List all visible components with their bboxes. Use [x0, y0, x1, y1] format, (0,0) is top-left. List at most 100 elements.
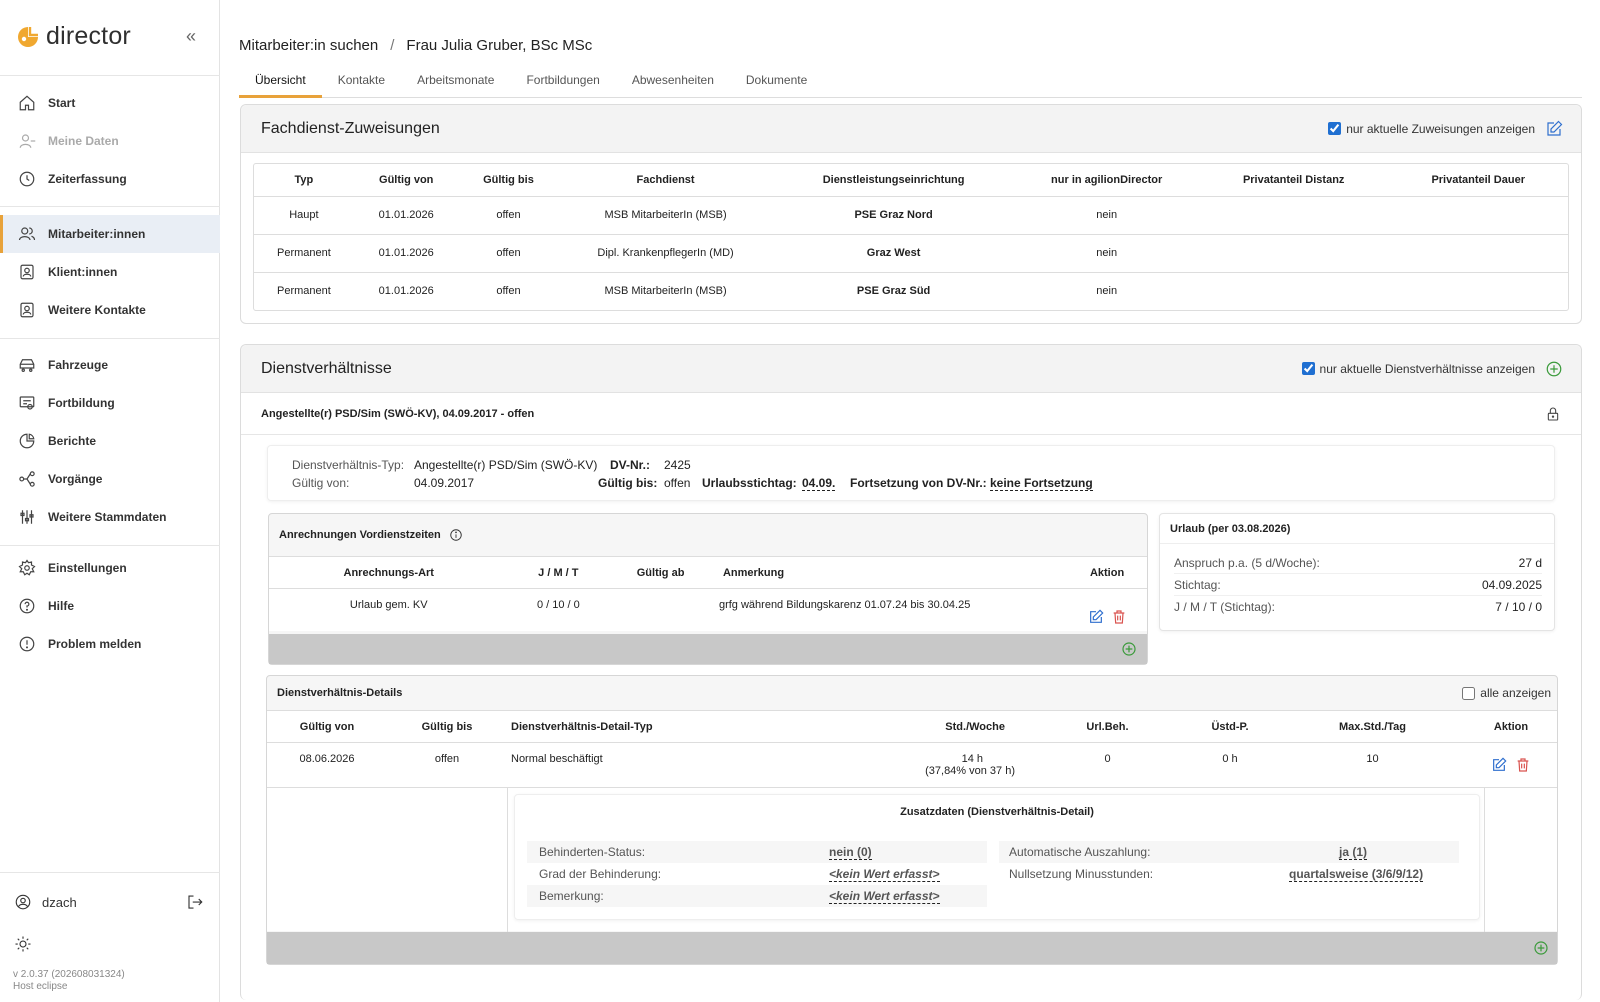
column-header[interactable]: Typ — [254, 164, 354, 196]
column-header[interactable]: Privatanteil Distanz — [1199, 164, 1388, 196]
column-header: Dienstverhältnis-Detail-Typ — [511, 720, 653, 733]
sidebar-item-einstellungen[interactable]: Einstellungen — [0, 549, 220, 587]
tab-abwesenheiten[interactable]: Abwesenheiten — [616, 70, 730, 98]
table-row[interactable]: Permanent 01.01.2026 offen MSB Mitarbeit… — [254, 271, 1568, 310]
anrechnungen-table: Anrechnungs-Art J / M / T Gültig ab Anme… — [269, 556, 1147, 631]
dv-filter: nur aktuelle Dienstverhältnisse anzeigen — [1301, 360, 1563, 378]
column-header[interactable]: Dienstleistungseinrichtung — [773, 164, 1015, 196]
tab-fortbildungen[interactable]: Fortbildungen — [510, 70, 615, 98]
column-header[interactable]: Gültig von — [354, 164, 459, 196]
sidebar-item-meine-daten[interactable]: Meine Daten — [0, 122, 220, 160]
column-header: Url.Beh. — [1086, 720, 1129, 733]
logout-icon[interactable] — [186, 893, 204, 911]
cell-art: Urlaub gem. KV — [269, 588, 509, 631]
sidebar-item-zeiterfassung[interactable]: Zeiterfassung — [0, 160, 220, 198]
sidebar-item-label: Zeiterfassung — [48, 172, 127, 186]
help-icon — [19, 598, 35, 614]
urlaub-row: Stichtag: 04.09.2025 — [1174, 574, 1542, 596]
zusatz-value[interactable]: ja (1) — [1339, 845, 1368, 860]
dvnr-value: 2425 — [664, 458, 691, 472]
cell-url: 0 — [1035, 742, 1180, 787]
sidebar-item-label: Start — [48, 96, 76, 110]
anrechnungen-footer — [269, 634, 1147, 664]
current-assignments-checkbox[interactable] — [1328, 122, 1342, 135]
zusatz-value[interactable]: quartalsweise (3/6/9/12) — [1289, 867, 1424, 882]
zusatz-row: Behinderten-Status: nein (0) — [527, 841, 987, 863]
zusatz-label: Automatische Auszahlung: — [1009, 845, 1151, 859]
cell-einrichtung-link[interactable]: PSE Graz Nord — [772, 195, 1015, 234]
tab-kontakte[interactable]: Kontakte — [322, 70, 401, 98]
urlaub-label: Anspruch p.a. (5 d/Woche): — [1174, 555, 1320, 570]
add-circle-icon[interactable] — [1121, 641, 1137, 657]
zusatz-value[interactable]: <kein Wert erfasst> — [829, 867, 940, 882]
collapse-sidebar-icon[interactable]: « — [186, 26, 196, 47]
app-name: director — [46, 22, 131, 50]
column-header[interactable]: Privatanteil Dauer — [1388, 164, 1568, 196]
add-circle-icon[interactable] — [1533, 940, 1549, 956]
show-all-checkbox[interactable] — [1462, 686, 1476, 700]
zusatz-value[interactable]: <kein Wert erfasst> — [829, 889, 940, 904]
fachdienst-title: Fachdienst-Zuweisungen — [261, 119, 440, 137]
cell-gueltig-von: 01.01.2026 — [353, 233, 459, 272]
cell-distanz — [1198, 195, 1389, 234]
divider — [0, 872, 220, 873]
cell-aktion — [1465, 742, 1557, 787]
sidebar-item-weitere-stammdaten[interactable]: Weitere Stammdaten — [0, 498, 220, 536]
sidebar-item-weitere-kontakte[interactable]: Weitere Kontakte — [0, 291, 220, 329]
column-header: Anmerkung — [722, 566, 785, 579]
info-icon[interactable] — [449, 528, 463, 542]
sidebar-item-start[interactable]: Start — [0, 84, 220, 122]
sun-icon[interactable] — [14, 935, 32, 953]
sidebar-item-berichte[interactable]: Berichte — [0, 422, 220, 460]
add-circle-icon[interactable] — [1545, 360, 1563, 378]
dienstverhaeltnisse-card: Dienstverhältnisse nur aktuelle Dienstve… — [240, 344, 1582, 1000]
column-header: Aktion — [1089, 566, 1125, 579]
cell-einrichtung-link[interactable]: PSE Graz Süd — [772, 271, 1015, 310]
zusatz-row: Bemerkung: <kein Wert erfasst> — [527, 885, 987, 907]
sidebar-item-fortbildung[interactable]: Fortbildung — [0, 384, 220, 422]
tab-arbeitsmonate[interactable]: Arbeitsmonate — [401, 70, 510, 98]
table-header-row: Typ Gültig von Gültig bis Fachdienst Die… — [254, 164, 1568, 196]
table-row[interactable]: Permanent 01.01.2026 offen Dipl. Kranken… — [254, 233, 1568, 272]
dv-entry-header: Angestellte(r) PSD/Sim (SWÖ-KV), 04.09.2… — [241, 393, 1581, 435]
zusatz-label: Behinderten-Status: — [539, 845, 646, 859]
trash-icon[interactable] — [1515, 757, 1531, 773]
table-row[interactable]: Haupt 01.01.2026 offen MSB MitarbeiterIn… — [254, 195, 1568, 234]
car-icon — [19, 359, 35, 372]
zusatz-label: Nullsetzung Minusstunden: — [1009, 867, 1154, 881]
sidebar-item-vorgaenge[interactable]: Vorgänge — [0, 460, 220, 498]
fortsetzung-value[interactable]: keine Fortsetzung — [990, 476, 1093, 491]
logo[interactable]: director — [16, 22, 131, 51]
sidebar-item-mitarbeiter[interactable]: Mitarbeiter:innen — [0, 215, 220, 253]
cell-einrichtung-link[interactable]: Graz West — [772, 233, 1015, 272]
details-filter: alle anzeigen — [1462, 686, 1551, 700]
sidebar-item-hilfe[interactable]: Hilfe — [0, 587, 220, 625]
column-header[interactable]: Gültig bis — [459, 164, 559, 196]
edit-icon[interactable] — [1491, 757, 1507, 773]
zusatz-left: Behinderten-Status: nein (0) Grad der Be… — [527, 841, 987, 907]
checkbox-label: alle anzeigen — [1480, 686, 1551, 700]
stichtag-value[interactable]: 04.09. — [802, 476, 836, 491]
sidebar-item-klienten[interactable]: Klient:innen — [0, 253, 220, 291]
lock-icon[interactable] — [1545, 406, 1561, 422]
trash-icon[interactable] — [1111, 609, 1127, 625]
column-header: Gültig ab — [636, 566, 685, 579]
edit-icon[interactable] — [1088, 608, 1104, 625]
cell-max: 10 — [1280, 742, 1465, 787]
column-header[interactable]: Fachdienst — [558, 164, 772, 196]
tab-dokumente[interactable]: Dokumente — [730, 70, 823, 98]
zusatz-value[interactable]: nein (0) — [829, 845, 872, 860]
sidebar-item-fahrzeuge[interactable]: Fahrzeuge — [0, 346, 220, 384]
column-header[interactable]: nur in agilionDirector — [1014, 164, 1199, 196]
typ-label: Dienstverhältnis-Typ: — [292, 458, 405, 472]
zusatz-row: Automatische Auszahlung: ja (1) — [999, 841, 1459, 863]
tab-uebersicht[interactable]: Übersicht — [239, 70, 322, 98]
sidebar-item-problem-melden[interactable]: Problem melden — [0, 625, 220, 663]
urlaub-value: 27 d — [1518, 555, 1542, 570]
current-dv-checkbox[interactable] — [1301, 362, 1315, 375]
urlaub-title: Urlaub (per 03.08.2026) — [1160, 514, 1554, 544]
breadcrumb-parent[interactable]: Mitarbeiter:in suchen — [239, 37, 378, 54]
urlaub-value: 7 / 10 / 0 — [1495, 600, 1542, 614]
edit-icon[interactable] — [1545, 120, 1563, 138]
cell-gueltig-bis: offen — [458, 233, 559, 272]
